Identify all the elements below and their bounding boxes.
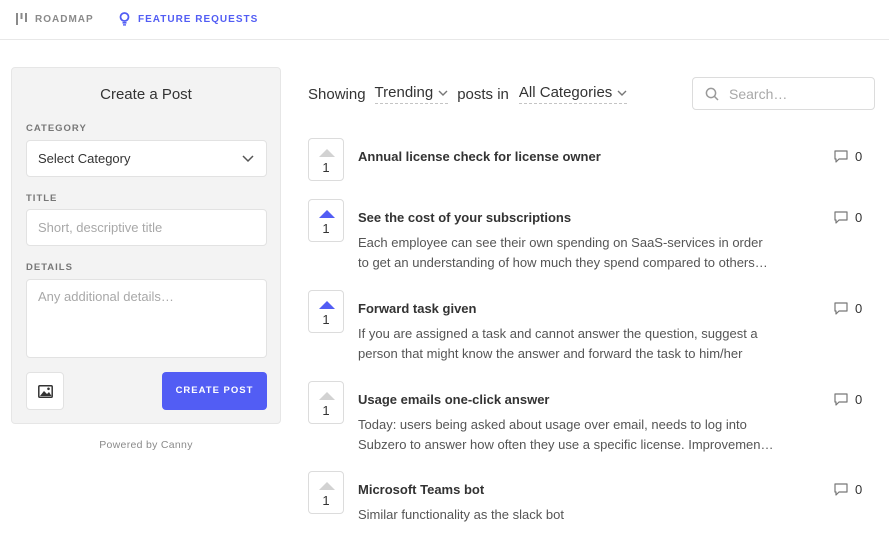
- chevron-down-icon: [617, 90, 627, 96]
- post-title[interactable]: Usage emails one-click answer: [358, 392, 549, 407]
- upvote-arrow-icon: [319, 301, 335, 309]
- title-input-placeholder: Short, descriptive title: [38, 220, 163, 235]
- upvote-arrow-icon: [319, 149, 335, 157]
- create-post-panel: Create a Post CATEGORY Select Category T…: [11, 67, 281, 424]
- chevron-down-icon: [242, 155, 254, 163]
- post-description: Similar functionality as the slack bot: [358, 505, 814, 525]
- chevron-down-icon: [438, 90, 448, 96]
- comment-icon: [834, 150, 848, 163]
- post-description-line: person that might know the answer and fo…: [358, 346, 743, 361]
- create-post-title: Create a Post: [100, 86, 192, 103]
- post-description: If you are assigned a task and cannot an…: [358, 324, 814, 364]
- comment-icon: [834, 483, 848, 496]
- post-description-line: Similar functionality as the slack bot: [358, 507, 564, 522]
- upvote-arrow-icon: [319, 210, 335, 218]
- category-filter-value: All Categories: [518, 84, 613, 101]
- category-filter-dropdown[interactable]: All Categories: [518, 84, 628, 104]
- upvote-arrow-icon: [319, 392, 335, 400]
- comment-count: 0: [834, 392, 862, 407]
- comment-icon: [834, 211, 848, 224]
- roadmap-icon: [16, 13, 27, 25]
- nav-feature-requests-label: FEATURE REQUESTS: [138, 13, 259, 25]
- upvote-button[interactable]: 1: [308, 290, 344, 333]
- powered-by-canny[interactable]: Powered by Canny: [11, 439, 281, 451]
- upvote-button[interactable]: 1: [308, 199, 344, 242]
- vote-count: 1: [322, 403, 330, 418]
- sort-dropdown[interactable]: Trending: [374, 84, 449, 104]
- upvote-button[interactable]: 1: [308, 381, 344, 424]
- nav-roadmap-label: ROADMAP: [35, 13, 94, 25]
- category-label: CATEGORY: [26, 123, 87, 134]
- category-select[interactable]: Select Category: [26, 140, 267, 177]
- post-title[interactable]: Microsoft Teams bot: [358, 482, 484, 497]
- post-title[interactable]: See the cost of your subscriptions: [358, 210, 571, 225]
- details-input[interactable]: Any additional details…: [26, 279, 267, 358]
- comment-icon: [834, 393, 848, 406]
- comment-count-value: 0: [855, 149, 863, 164]
- details-input-placeholder: Any additional details…: [38, 289, 174, 304]
- search-icon: [705, 87, 719, 101]
- comment-count: 0: [834, 149, 862, 164]
- nav-feature-requests[interactable]: FEATURE REQUESTS: [119, 11, 258, 27]
- comment-icon: [834, 302, 848, 315]
- details-label: DETAILS: [26, 262, 73, 273]
- post-description: Today: users being asked about usage ove…: [358, 415, 814, 455]
- top-nav: ROADMAP FEATURE REQUESTS: [0, 0, 889, 40]
- showing-label: Showing: [308, 85, 366, 103]
- comment-count-value: 0: [855, 482, 863, 497]
- search-input[interactable]: [729, 78, 869, 109]
- nav-roadmap[interactable]: ROADMAP: [16, 11, 94, 27]
- filter-bar: Showing Trending posts in All Categories: [308, 82, 628, 106]
- title-label: TITLE: [26, 193, 58, 204]
- upvote-button[interactable]: 1: [308, 471, 344, 514]
- category-select-value: Select Category: [38, 151, 131, 166]
- upvote-button[interactable]: 1: [308, 138, 344, 181]
- comment-count: 0: [834, 301, 862, 316]
- post-description-line: Today: users being asked about usage ove…: [358, 417, 747, 432]
- post-description-line: Each employee can see their own spending…: [358, 235, 763, 250]
- comment-count-value: 0: [855, 392, 863, 407]
- title-input[interactable]: Short, descriptive title: [26, 209, 267, 246]
- post-description-line: Subzero to answer how often they use a s…: [358, 437, 774, 452]
- post-title[interactable]: Annual license check for license owner: [358, 149, 601, 164]
- vote-count: 1: [322, 493, 330, 508]
- post-description-line: to get an understanding of how much they…: [358, 255, 768, 270]
- create-post-button[interactable]: CREATE POST: [162, 372, 267, 410]
- posts-in-label: posts in: [457, 85, 509, 103]
- upvote-arrow-icon: [319, 482, 335, 490]
- comment-count-value: 0: [855, 210, 863, 225]
- comment-count-value: 0: [855, 301, 863, 316]
- post-description: Each employee can see their own spending…: [358, 233, 814, 273]
- vote-count: 1: [322, 221, 330, 236]
- sort-dropdown-value: Trending: [374, 84, 434, 101]
- search-box: [692, 77, 875, 110]
- post-description-line: If you are assigned a task and cannot an…: [358, 326, 758, 341]
- post-title[interactable]: Forward task given: [358, 301, 476, 316]
- vote-count: 1: [322, 160, 330, 175]
- comment-count: 0: [834, 210, 862, 225]
- image-icon: [37, 384, 53, 398]
- comment-count: 0: [834, 482, 862, 497]
- vote-count: 1: [322, 312, 330, 327]
- attach-image-button[interactable]: [26, 372, 64, 410]
- lightbulb-icon: [119, 12, 130, 26]
